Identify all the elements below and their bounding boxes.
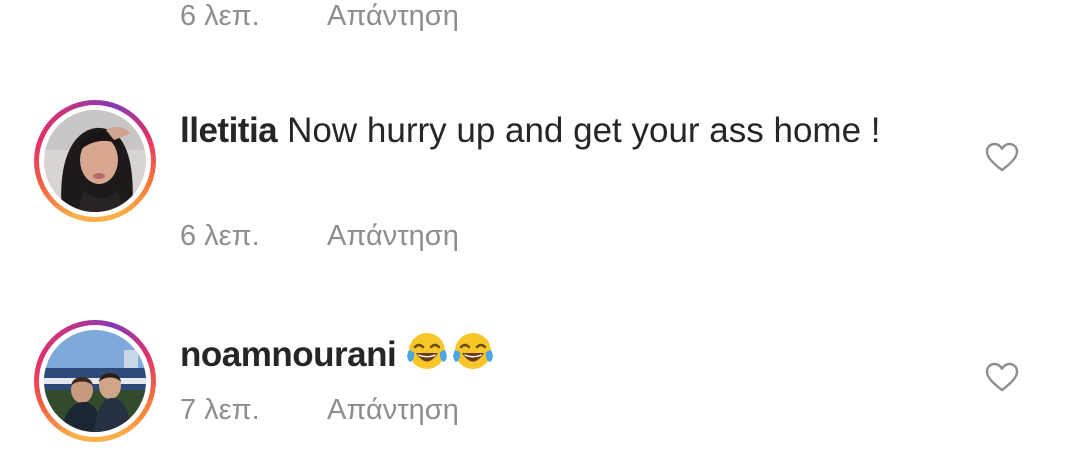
heart-outline-icon[interactable] [985, 142, 1019, 172]
comment-username[interactable]: noamnourani [180, 335, 397, 374]
comment-meta-row: 6 λεπ. Απάντηση [180, 0, 459, 36]
avatar [44, 330, 146, 432]
comment-meta-row: 6 λεπ. Απάντηση [180, 216, 459, 256]
comment-timestamp: 6 λεπ. [180, 0, 260, 32]
comments-screen: 6 λεπ. Απάντηση lletitia Now hurry up and… [0, 0, 1080, 462]
story-ring[interactable] [34, 100, 156, 222]
comment-timestamp: 6 λεπ. [180, 219, 260, 252]
comment-meta-row: 7 λεπ. Απάντηση [180, 390, 459, 430]
face-with-tears-of-joy-icon [453, 333, 493, 369]
comment-text-block: lletitia Now hurry up and get your ass ho… [180, 108, 900, 154]
heart-outline-icon[interactable] [985, 362, 1019, 392]
comment-text: Now hurry up and get your ass home ! [287, 111, 881, 150]
story-ring[interactable] [34, 320, 156, 442]
comment-username[interactable]: lletitia [180, 111, 278, 150]
face-with-tears-of-joy-icon [407, 333, 447, 369]
reply-button[interactable]: Απάντηση [327, 0, 459, 33]
reply-button[interactable]: Απάντηση [327, 220, 459, 253]
comment-text-block: noamnourani [180, 330, 900, 378]
reply-button[interactable]: Απάντηση [327, 394, 459, 427]
comment-timestamp: 7 λεπ. [180, 393, 260, 426]
avatar [44, 110, 146, 212]
